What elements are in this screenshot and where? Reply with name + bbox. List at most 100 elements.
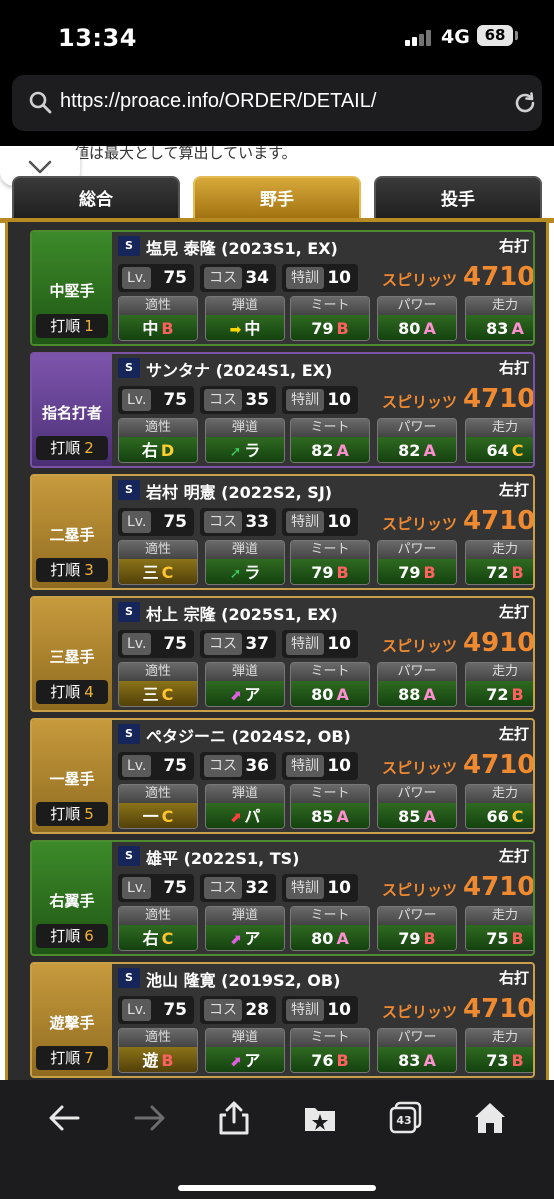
batting-side: 左打 [498,725,529,743]
team-logo-icon: S [118,358,140,378]
player-card[interactable]: 二塁手 打順 3 S 岩村 明憲 (2022S2, SJ) 左打 Lv. 75 コス 33 特訓 10… [30,474,535,590]
speed-label: 走力 [466,297,533,315]
meet-number: 80 [311,929,334,948]
meet-rank: A [336,929,349,948]
player-name: ペタジーニ (2024S2, OB) [146,727,351,746]
tab-bar: 総合 野手 投手 [0,176,554,220]
battery-icon: 68 [477,25,513,46]
power-label: パワー [378,297,456,315]
meet-value: 85 A [291,803,369,828]
power-label: パワー [378,907,456,925]
reload-icon[interactable] [512,90,538,116]
meet-rank: B [336,1051,349,1070]
tab-overall[interactable]: 総合 [12,176,180,220]
aptitude-label: 適性 [119,541,197,559]
trajectory-type: ア [244,929,261,948]
aptitude-box: 適性右 D [118,418,198,463]
player-card[interactable]: 中堅手 打順 1 S 塩見 泰隆 (2023S1, EX) 右打 Lv. 75 コス 34 特訓 10… [30,230,535,346]
speed-rank: A [511,319,524,338]
meet-number: 80 [311,685,334,704]
spirits-value: 4710 [463,262,535,292]
cost-stat: コス 36 [200,752,276,780]
player-card[interactable]: 三塁手 打順 4 S 村上 宗隆 (2025S1, EX) 左打 Lv. 75 コス 37 特訓 10… [30,596,535,712]
cost-label: コス [204,633,242,655]
aptitude-rank: C [161,563,174,582]
meet-number: 76 [311,1051,334,1070]
spirits-value: 4710 [463,506,535,536]
share-icon[interactable] [216,1100,252,1136]
home-indicator [178,1185,376,1191]
aptitude-label: 適性 [119,297,197,315]
player-card[interactable]: 右翼手 打順 6 S 雄平 (2022S1, TS) 左打 Lv. 75 コス 32 特訓 10 スピリ… [30,840,535,956]
power-label: パワー [378,419,456,437]
trajectory-value: ➚ ラ [206,437,284,462]
power-number: 79 [398,563,421,582]
tab-fielders[interactable]: 野手 [193,176,361,220]
position-block: 遊撃手 打順 7 [32,964,112,1076]
position-name: 右翼手 [49,892,95,910]
aptitude-position: 右 [142,929,159,948]
player-name: 雄平 (2022S1, TS) [146,849,300,868]
spirits-stat: スピリッツ 4710 [382,872,533,902]
speed-rank: B [511,929,524,948]
player-card[interactable]: 指名打者 打順 2 S サンタナ (2024S1, EX) 右打 Lv. 75 コス 35 特訓 10… [30,352,535,468]
meet-rank: A [336,441,349,460]
order-number: 3 [84,561,94,579]
speed-value: 75 B [466,925,533,950]
meet-number: 85 [311,807,334,826]
aptitude-rank: C [161,807,174,826]
power-box: パワー 88 A [377,662,457,707]
signal-icon [405,30,433,46]
meet-value: 79 B [291,315,369,340]
aptitude-value: 右C [119,925,197,950]
player-card[interactable]: 一塁手 打順 5 S ペタジーニ (2024S2, OB) 左打 Lv. 75 コス 36 特訓 10… [30,718,535,834]
cost-value: 32 [245,878,269,898]
team-logo-icon: S [118,602,140,622]
forward-arrow-icon[interactable] [132,1100,168,1136]
app-screen: 13:34 4G 68 https://proace.info/ORDER/DE… [0,0,554,1199]
cost-stat: コス 37 [200,630,276,658]
order-label: 打順 [50,927,81,945]
batting-order: 打順 6 [36,924,108,948]
trajectory-arrow-icon: ➚ [229,444,242,460]
position-name: 一塁手 [49,770,95,788]
trajectory-value: ➚ ラ [206,559,284,584]
back-arrow-icon[interactable] [46,1100,82,1136]
meet-value: 80 A [291,681,369,706]
aptitude-rank: C [161,685,174,704]
power-rank: A [423,807,436,826]
trajectory-arrow-icon: ⬈ [229,810,242,826]
training-label: 特訓 [286,633,324,655]
aptitude-rank: C [161,929,174,948]
trajectory-value: ⬈ ア [206,925,284,950]
aptitude-position: 一 [142,807,159,826]
aptitude-rank: B [161,319,174,338]
level-stat: Lv. 75 [118,264,194,292]
speed-label: 走力 [466,1029,533,1047]
trajectory-box: 弾道 ⬈ パ [205,784,285,829]
team-logo-icon: S [118,724,140,744]
speed-value: 72 B [466,559,533,584]
team-logo-icon: S [118,846,140,866]
training-label: 特訓 [286,267,324,289]
position-block: 一塁手 打順 5 [32,720,112,832]
bookmarks-icon[interactable] [302,1100,338,1136]
meet-rank: A [336,807,349,826]
trajectory-box: 弾道 ⬈ ア [205,1028,285,1073]
level-value: 75 [163,512,187,532]
aptitude-position: 右 [141,441,158,460]
player-card[interactable]: 遊撃手 打順 7 S 池山 隆寛 (2019S2, OB) 右打 Lv. 75 コス 28 特訓 10… [30,962,535,1078]
tab-pitchers[interactable]: 投手 [374,176,542,220]
home-icon[interactable] [472,1100,508,1136]
address-bar[interactable]: https://proace.info/ORDER/DETAIL/ [12,75,542,131]
training-stat: 特訓 10 [282,752,358,780]
speed-box: 走力 64 C [465,418,533,463]
trajectory-label: 弾道 [206,907,284,925]
meet-rank: B [336,563,349,582]
speed-number: 73 [486,1051,509,1070]
team-logo-icon: S [118,968,140,988]
spirits-label: スピリッツ [382,759,458,777]
trajectory-value: ⬈ パ [206,803,284,828]
level-label: Lv. [122,633,152,655]
player-name: 塩見 泰隆 (2023S1, EX) [146,239,338,258]
